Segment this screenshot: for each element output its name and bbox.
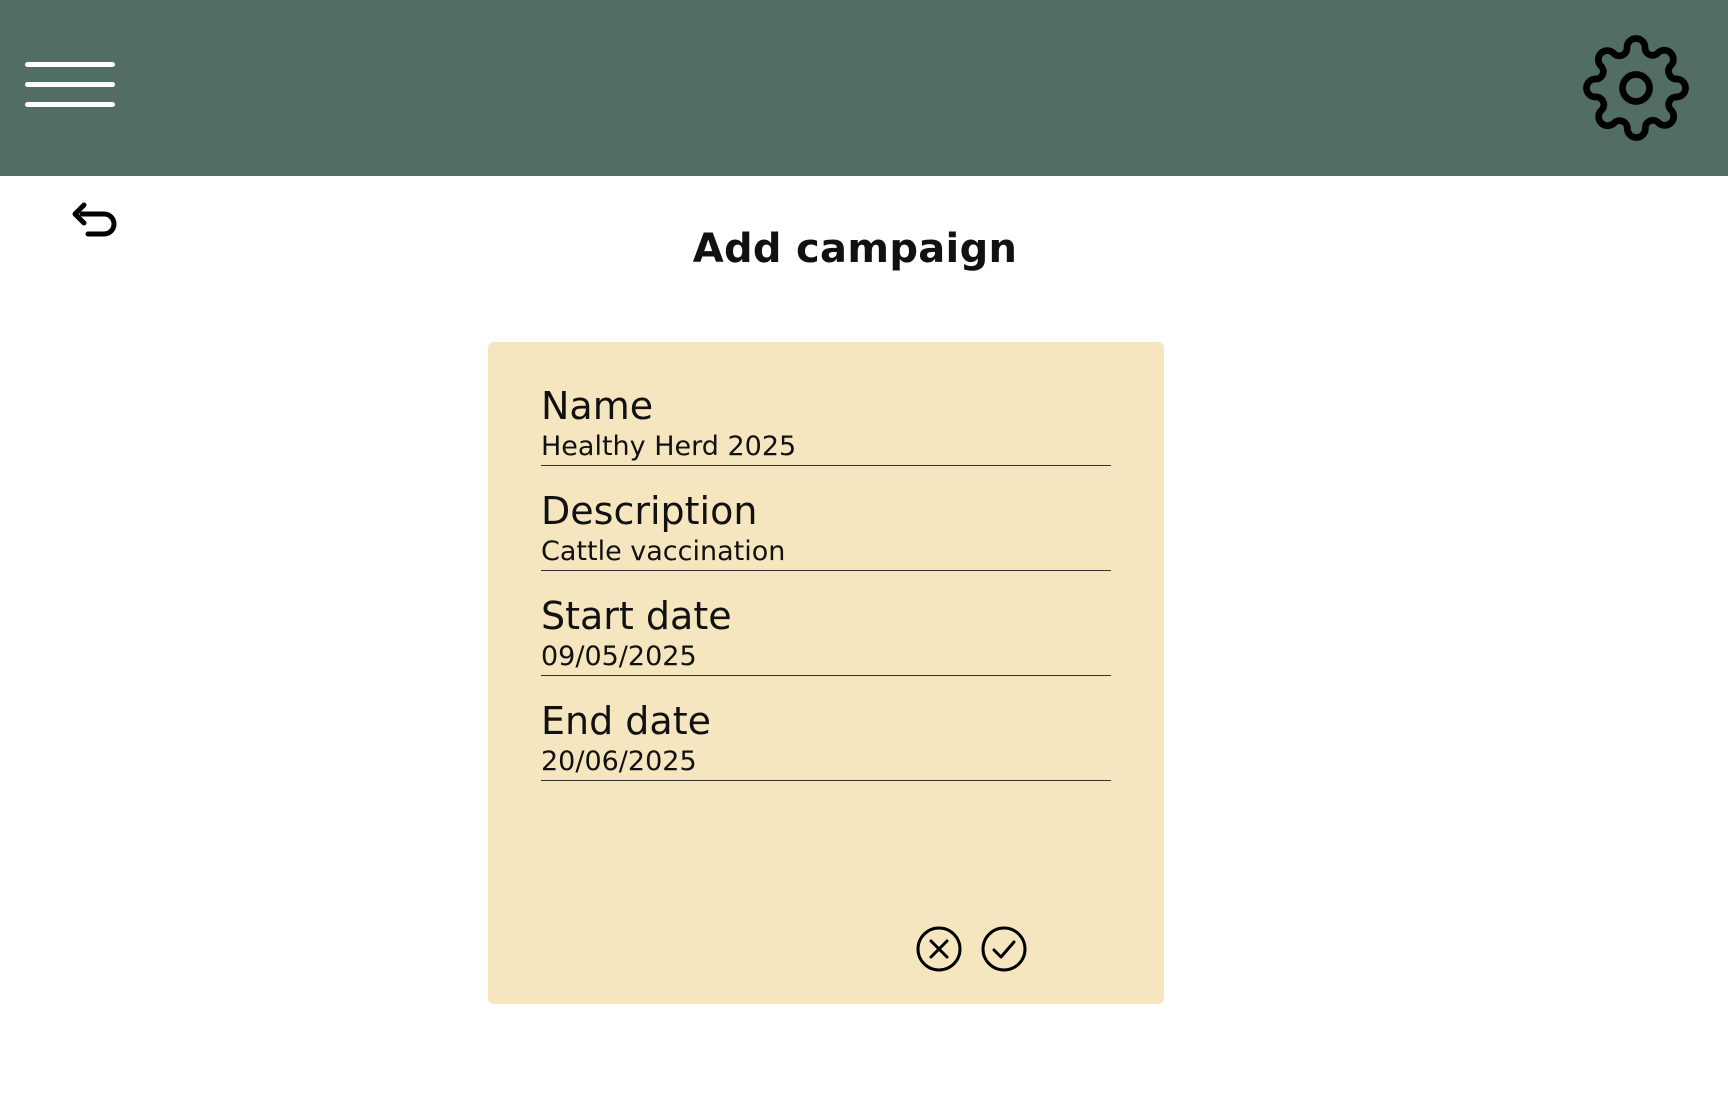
start-date-input[interactable] [541,640,1111,676]
name-label: Name [541,384,654,428]
description-label: Description [541,489,758,533]
name-input[interactable] [541,430,1111,466]
end-date-input[interactable] [541,745,1111,781]
top-app-bar [0,0,1728,176]
confirm-button[interactable] [980,925,1028,973]
cancel-button[interactable] [915,925,963,973]
hamburger-menu-icon [25,62,115,107]
description-input[interactable] [541,535,1111,571]
end-date-label: End date [541,699,711,743]
end-date-field: End date [541,699,1111,781]
campaign-form-card: Name Description Start date End date [488,342,1164,1004]
name-field: Name [541,384,1111,466]
gear-icon [1583,35,1689,141]
page-title: Add campaign [692,226,1018,272]
settings-button[interactable] [1582,34,1690,142]
description-field: Description [541,489,1111,571]
start-date-label: Start date [541,594,732,638]
circle-check-icon [981,926,1027,972]
menu-button[interactable] [20,52,120,128]
circle-x-icon [916,926,962,972]
start-date-field: Start date [541,594,1111,676]
